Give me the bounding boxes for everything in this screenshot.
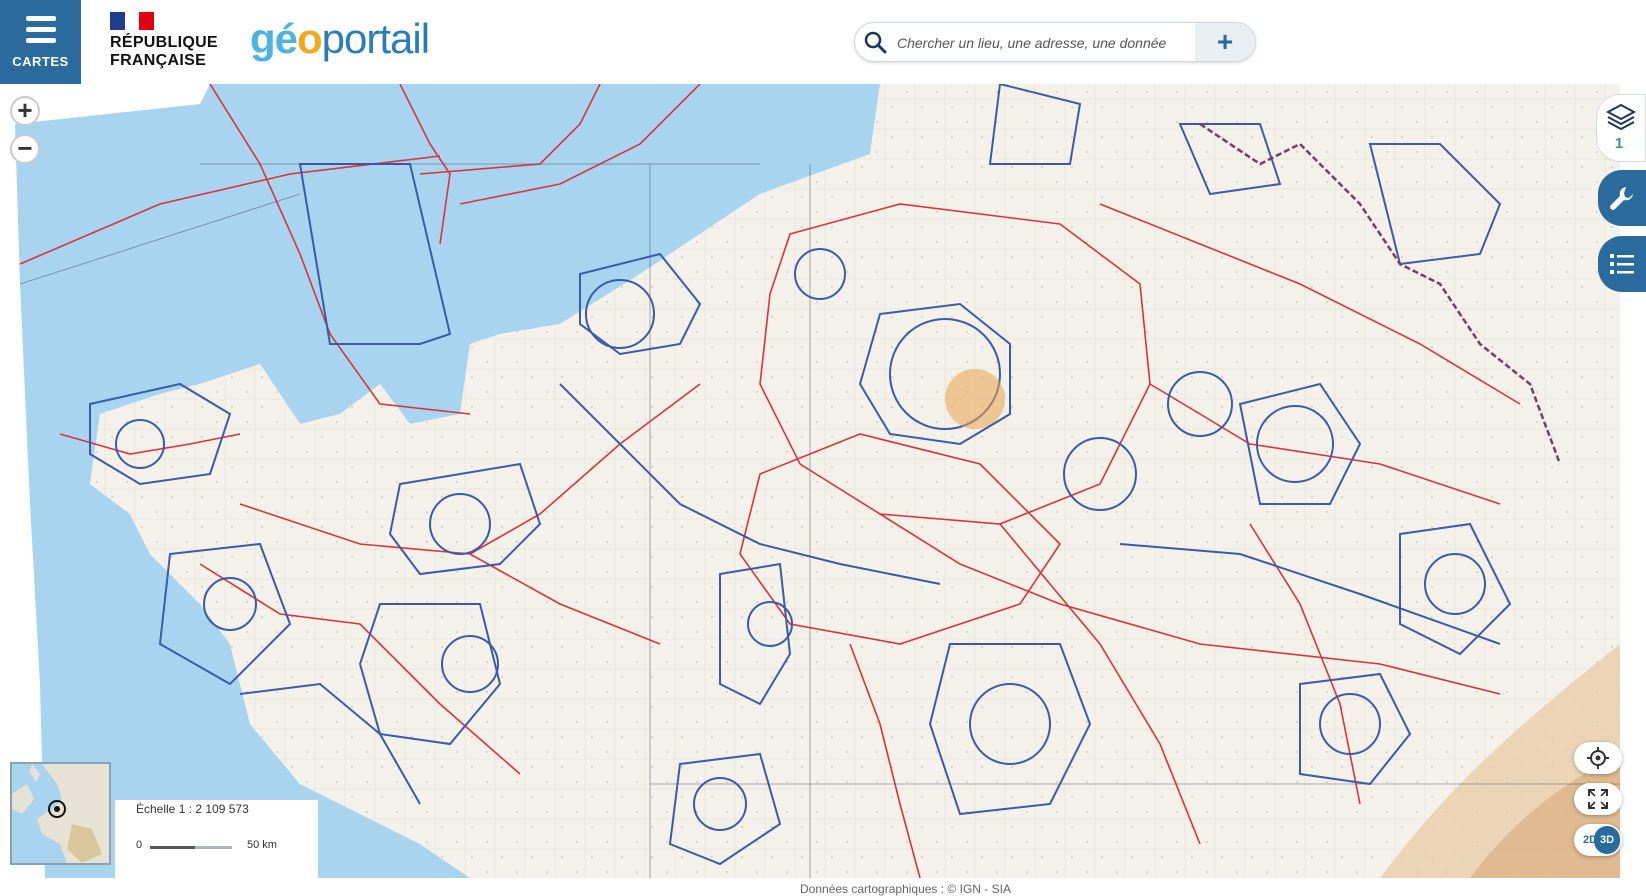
scale-label: Échelle 1 : 2 109 573 [136, 802, 249, 816]
fullscreen-button[interactable] [1574, 783, 1622, 815]
advanced-search-button[interactable]: + [1195, 23, 1255, 61]
layers-button[interactable]: 1 [1596, 94, 1646, 162]
menu-label: CARTES [12, 54, 69, 69]
wrench-icon [1610, 187, 1633, 210]
tools-button[interactable] [1598, 170, 1646, 226]
search-icon[interactable] [863, 30, 887, 54]
scale-end: 50 km [247, 839, 277, 851]
legend-button[interactable] [1598, 236, 1646, 292]
logo-geo: gé [250, 15, 298, 62]
republique-francaise-logo[interactable]: RÉPUBLIQUE FRANÇAISE [110, 12, 230, 70]
attribution[interactable]: Données cartographiques : © IGN - SIA [800, 882, 1011, 896]
menu-icon [25, 16, 56, 49]
scale-bar [150, 846, 232, 849]
map-canvas[interactable]: + − 1 [0, 84, 1646, 878]
locate-icon [1587, 747, 1609, 769]
view-mode-toggle: 2D 3D [1574, 824, 1622, 856]
legend-list-icon [1610, 254, 1634, 274]
logo-o: o [297, 15, 323, 62]
geolocate-button[interactable] [1574, 742, 1622, 774]
search-input[interactable] [895, 29, 1189, 57]
menu-button[interactable]: CARTES [0, 0, 81, 84]
french-flag-icon [110, 12, 155, 30]
zoom-in-button[interactable]: + [10, 96, 40, 126]
republic-line-1: RÉPUBLIQUE [110, 34, 218, 51]
overview-map-image [12, 764, 109, 863]
view-3d-button[interactable]: 3D [1594, 826, 1620, 854]
header: CARTES RÉPUBLIQUE FRANÇAISE géoportail + [0, 0, 1646, 84]
layers-count: 1 [1614, 135, 1624, 152]
fullscreen-icon [1588, 789, 1608, 809]
zoom-out-button[interactable]: − [10, 134, 40, 164]
layers-icon [1605, 103, 1637, 131]
scale-panel: Échelle 1 : 2 109 573 0 50 km [115, 800, 318, 878]
paris-urban-area [945, 369, 1005, 429]
search-bar: + [854, 22, 1256, 62]
scale-start: 0 [136, 839, 143, 851]
geoportail-logo[interactable]: géoportail [250, 14, 430, 64]
overview-map[interactable] [10, 762, 111, 865]
logo-portail: portail [321, 15, 430, 62]
republic-line-2: FRANÇAISE [110, 52, 207, 69]
aeronautical-chart-map [0, 84, 1646, 878]
